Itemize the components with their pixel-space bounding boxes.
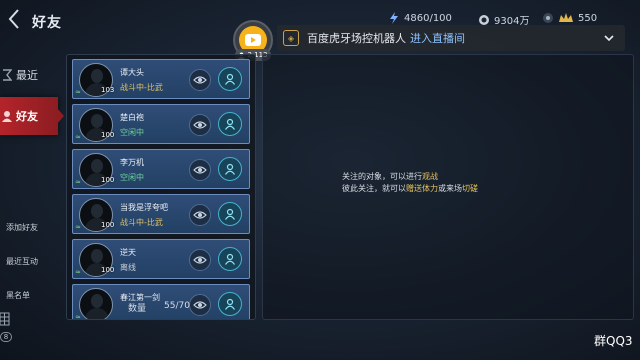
friend-name: 逆天 [120, 248, 136, 257]
add-friend-button[interactable]: 添加好友 [6, 222, 38, 233]
signal-icon: ≈ [75, 88, 81, 96]
eye-icon [193, 121, 207, 129]
friend-level: 100 [101, 176, 115, 184]
chevron-down-icon[interactable] [603, 32, 615, 44]
friend-card[interactable]: ≈100 楚白袍空闲中 [72, 104, 250, 144]
lightning-icon [390, 12, 398, 24]
gem-resource[interactable]: 550 [542, 12, 597, 24]
stream-banner[interactable]: ◈ 百度虎牙场控机器人 进入直播间 [277, 25, 625, 51]
recent-icon [3, 69, 12, 81]
spectate-button[interactable] [189, 114, 211, 136]
friend-card[interactable]: ≈100 李万机空闲中 [72, 149, 250, 189]
watermark: 群QQ3 [594, 334, 633, 348]
profile-button[interactable] [218, 292, 242, 316]
eye-icon [193, 301, 207, 309]
nav-selected-pointer [57, 108, 64, 124]
gem-value: 550 [578, 12, 598, 24]
profile-button[interactable] [218, 157, 242, 181]
friend-status: 离线 [120, 263, 136, 272]
avatar [79, 288, 113, 319]
friend-status: 空闲中 [120, 128, 144, 137]
eye-icon [193, 76, 207, 84]
user-profile-icon [225, 73, 235, 85]
spectate-button[interactable] [189, 294, 211, 316]
eye-icon [193, 211, 207, 219]
page-title: 好友 [32, 15, 62, 31]
profile-button[interactable] [218, 112, 242, 136]
spectate-button[interactable] [189, 204, 211, 226]
profile-button[interactable] [218, 247, 242, 271]
info-text: 关注的对象，可以进行观战 彼此关注，就可以赠送体力或来场切磋 [342, 171, 478, 195]
friend-card[interactable]: ≈100 当我是浮夸吧 战斗中-比武 [72, 194, 250, 234]
friend-card[interactable]: ≈103 谭大头战斗中-比武 [72, 59, 250, 99]
info-line-2: 彼此关注，就可以赠送体力或来场切磋 [342, 183, 478, 195]
nav-recent[interactable]: 最近 [0, 58, 52, 92]
friend-level: 100 [101, 221, 115, 229]
info-spectate-highlight: 观战 [422, 172, 438, 181]
signal-icon: ≈ [75, 223, 81, 231]
friend-status: 战斗中-比武 [120, 83, 163, 92]
friend-name: 楚白袍 [120, 113, 144, 122]
signal-icon: ≈ [75, 313, 81, 320]
friend-count: 数量 55/70 [128, 301, 190, 314]
friend-status: 空闲中 [120, 173, 144, 182]
coin-icon [479, 14, 489, 25]
blacklist-button[interactable]: 黑名单 [6, 290, 30, 301]
gold-crown-icon [559, 13, 573, 22]
nav-recent-label: 最近 [16, 69, 38, 82]
info-panel: 关注的对象，可以进行观战 彼此关注，就可以赠送体力或来场切磋 [262, 54, 634, 320]
info-gift-highlight: 赠送体力 [406, 184, 438, 193]
eye-icon [193, 166, 207, 174]
info-spar-highlight: 切磋 [462, 184, 478, 193]
info-line2-mid: 或来场 [438, 184, 462, 193]
grid-menu-icon[interactable] [0, 312, 10, 326]
spectate-button[interactable] [189, 69, 211, 91]
friend-list-panel: ≈103 谭大头 战斗中-比武 ≈100 楚白袍 空闲中 ≈100 李万机 空闲中 ≈100 当我是… [66, 54, 256, 320]
rank-badge-icon: ◈ [283, 30, 299, 46]
friend-name: 当我是浮夸吧 [120, 203, 168, 212]
stamina-resource[interactable]: 4860/100 [388, 12, 452, 24]
enter-stream-link[interactable]: 进入直播间 [410, 30, 465, 46]
stream-name: 百度虎牙场控机器人 [307, 32, 406, 45]
signal-icon: ≈ [75, 178, 81, 186]
friend-level: 100 [101, 266, 115, 274]
profile-button[interactable] [218, 202, 242, 226]
signal-icon: ≈ [75, 133, 81, 141]
back-button[interactable] [4, 4, 24, 34]
friend-name: 李万机 [120, 158, 144, 167]
friend-name: 谭大头 [120, 68, 144, 77]
spectate-button[interactable] [189, 159, 211, 181]
user-profile-icon [225, 253, 235, 265]
info-line2-text: 彼此关注，就可以 [342, 184, 406, 193]
gem-icon [543, 13, 553, 23]
user-profile-icon [225, 118, 235, 130]
back-arrow-icon [8, 9, 19, 29]
friend-count-label: 数量 [128, 304, 147, 314]
recent-interact-button[interactable]: 最近互动 [6, 256, 38, 267]
count-badge: 8 [0, 332, 12, 342]
nav-friends[interactable]: 好友 [0, 97, 58, 135]
stamina-value: 4860/100 [404, 12, 452, 24]
friend-level: 100 [101, 131, 115, 139]
user-profile-icon [225, 208, 235, 220]
profile-button[interactable] [218, 67, 242, 91]
info-line1-text: 关注的对象，可以进行 [342, 172, 422, 181]
friend-card[interactable]: ≈100 逆天离线 [72, 239, 250, 279]
nav-friends-label: 好友 [16, 110, 38, 123]
friend-status: 战斗中-比武 [120, 218, 163, 227]
friends-icon [2, 111, 12, 122]
info-line-1: 关注的对象，可以进行观战 [342, 171, 478, 183]
user-profile-icon [225, 298, 235, 310]
spectate-button[interactable] [189, 249, 211, 271]
friend-level: 103 [101, 86, 115, 94]
friend-count-value: 55/70 [164, 301, 190, 311]
eye-icon [193, 256, 207, 264]
signal-icon: ≈ [75, 268, 81, 276]
user-profile-icon [225, 163, 235, 175]
